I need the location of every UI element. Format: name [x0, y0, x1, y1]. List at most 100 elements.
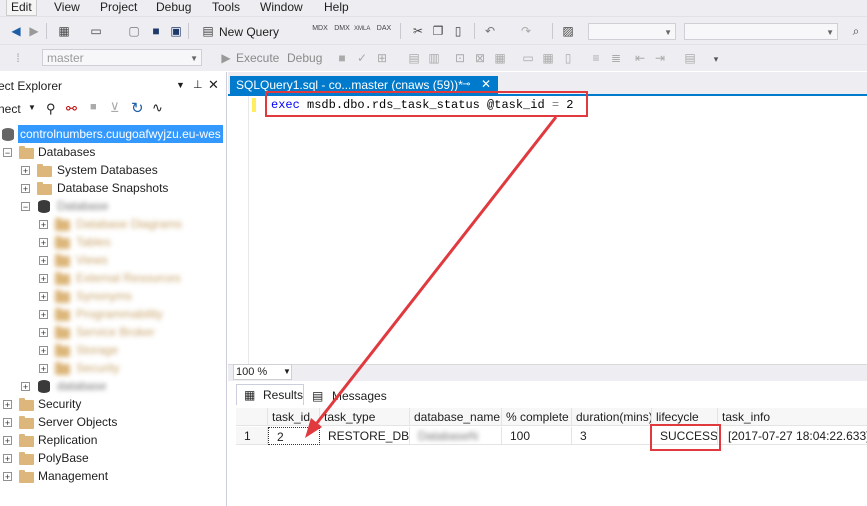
menu-debug[interactable]: Debug: [152, 0, 195, 16]
close-panel-icon[interactable]: ✕: [208, 77, 219, 93]
decrease-indent-icon[interactable]: ⇤: [632, 50, 648, 66]
results-grid-icon[interactable]: ▦: [540, 50, 556, 66]
live-stats-icon[interactable]: ⊠: [472, 50, 488, 66]
chevron-down-icon[interactable]: ▼: [28, 103, 36, 112]
uncomment-icon[interactable]: ≣: [608, 50, 624, 66]
save-all-icon[interactable]: ▣: [168, 23, 184, 39]
specify-values-icon[interactable]: ▤: [682, 50, 698, 66]
expand-icon[interactable]: +: [3, 400, 12, 410]
column-header[interactable]: database_name: [410, 408, 502, 426]
chevron-down-icon[interactable]: ▼: [283, 365, 291, 379]
connect-server-icon[interactable]: ⚲: [46, 101, 56, 117]
new-query-icon[interactable]: ▤: [200, 23, 216, 39]
new-project-icon[interactable]: ▦: [56, 23, 72, 39]
table-cell-task-type[interactable]: RESTORE_DB: [320, 427, 410, 445]
expand-icon[interactable]: +: [21, 166, 30, 176]
refresh-icon[interactable]: ↻: [131, 99, 144, 117]
toolbar-overflow-icon[interactable]: ▾: [708, 51, 724, 67]
window-position-icon[interactable]: ▼: [176, 80, 185, 90]
table-cell-database-name[interactable]: DatabaseN: [410, 427, 502, 445]
expand-icon[interactable]: +: [39, 274, 48, 284]
copy-icon[interactable]: ❐: [430, 23, 446, 39]
column-header[interactable]: % complete: [502, 408, 572, 426]
stop-icon[interactable]: ■: [334, 50, 350, 66]
collapse-icon[interactable]: −: [3, 148, 12, 158]
forward-icon[interactable]: ▶: [26, 23, 42, 39]
comment-icon[interactable]: ≡: [588, 50, 604, 66]
table-cell-duration[interactable]: 3: [572, 427, 652, 445]
menu-view[interactable]: View: [50, 0, 84, 16]
tab-messages[interactable]: ▤ Messages: [306, 386, 387, 406]
menu-project[interactable]: Project: [96, 0, 141, 16]
expand-icon[interactable]: +: [39, 310, 48, 320]
new-query-button[interactable]: New Query: [219, 24, 279, 40]
column-header[interactable]: task_info: [718, 408, 867, 426]
stop-icon[interactable]: ■: [90, 101, 97, 113]
parse-icon[interactable]: ✓: [354, 50, 370, 66]
add-item-icon[interactable]: ▭: [88, 23, 104, 39]
back-icon[interactable]: ◀: [8, 23, 24, 39]
column-header[interactable]: task_type: [320, 408, 410, 426]
solution-config-combo[interactable]: ▼: [588, 23, 676, 40]
mdx-query-icon[interactable]: MDX: [312, 21, 328, 37]
activity-monitor-icon[interactable]: ▨: [560, 23, 576, 39]
expand-icon[interactable]: +: [3, 436, 12, 446]
execute-button[interactable]: Execute: [236, 50, 279, 66]
expand-icon[interactable]: +: [39, 256, 48, 266]
expand-icon[interactable]: +: [21, 184, 30, 194]
expand-icon[interactable]: +: [39, 292, 48, 302]
expand-icon[interactable]: +: [39, 238, 48, 248]
expand-icon[interactable]: +: [39, 364, 48, 374]
sql-editor[interactable]: [228, 96, 867, 364]
table-cell-task-info[interactable]: [2017-07-27 18:04:22.633] Ta: [718, 427, 867, 445]
collapse-icon[interactable]: −: [21, 202, 30, 212]
xmla-query-icon[interactable]: XMLA: [354, 21, 370, 37]
save-icon[interactable]: ■: [148, 23, 164, 39]
execute-icon[interactable]: ▶: [218, 50, 234, 66]
column-header[interactable]: task_id: [268, 408, 320, 426]
zoom-combo[interactable]: 100 % ▼: [233, 364, 292, 380]
expand-icon[interactable]: +: [39, 328, 48, 338]
debug-button[interactable]: Debug: [287, 50, 322, 66]
expand-icon[interactable]: +: [3, 418, 12, 428]
database-combo[interactable]: master ▼: [42, 49, 202, 66]
menu-window[interactable]: Window: [256, 0, 307, 16]
paste-icon[interactable]: ▯: [450, 23, 466, 39]
menu-help[interactable]: Help: [320, 0, 353, 16]
intellisense-icon[interactable]: ▥: [426, 50, 442, 66]
undo-icon[interactable]: ↶: [482, 23, 498, 39]
increase-indent-icon[interactable]: ⇥: [652, 50, 668, 66]
server-node[interactable]: controlnumbers.cuugoafwyjzu.eu-wes: [18, 125, 223, 143]
table-cell-task-id[interactable]: 2: [268, 427, 320, 445]
redo-icon[interactable]: ↷: [518, 23, 534, 39]
column-header[interactable]: duration(mins): [572, 408, 652, 426]
expand-icon[interactable]: +: [39, 346, 48, 356]
menu-tools[interactable]: Tools: [208, 0, 244, 16]
pin-icon[interactable]: ⊥: [193, 78, 203, 91]
table-cell-percent-complete[interactable]: 100: [502, 427, 572, 445]
results-text-icon[interactable]: ▭: [520, 50, 536, 66]
dax-query-icon[interactable]: DAX: [376, 21, 392, 37]
search-icon[interactable]: ⌕: [848, 23, 864, 39]
connect-icon[interactable]: ⁞: [10, 50, 26, 66]
find-combo[interactable]: ▼: [684, 23, 838, 40]
expand-icon[interactable]: +: [3, 454, 12, 464]
client-stats-icon[interactable]: ▦: [492, 50, 508, 66]
expand-icon[interactable]: +: [21, 382, 30, 392]
activity-monitor-icon[interactable]: ∿: [152, 100, 163, 116]
include-plan-icon[interactable]: ⊡: [452, 50, 468, 66]
filter-icon[interactable]: ⊻: [110, 100, 120, 116]
tab-results[interactable]: ▦ Results: [236, 384, 304, 406]
disconnect-icon[interactable]: ⚯: [66, 101, 77, 117]
menu-edit[interactable]: Edit: [6, 0, 37, 16]
connect-dropdown[interactable]: nect: [0, 102, 21, 116]
expand-icon[interactable]: +: [39, 220, 48, 230]
results-file-icon[interactable]: ▯: [560, 50, 576, 66]
query-designer-icon[interactable]: ▤: [406, 50, 422, 66]
row-number[interactable]: 1: [236, 427, 268, 445]
cut-icon[interactable]: ✂: [410, 23, 426, 39]
display-plan-icon[interactable]: ⊞: [374, 50, 390, 66]
open-file-icon[interactable]: ▢: [126, 23, 142, 39]
dmx-query-icon[interactable]: DMX: [334, 21, 350, 37]
expand-icon[interactable]: +: [3, 472, 12, 482]
